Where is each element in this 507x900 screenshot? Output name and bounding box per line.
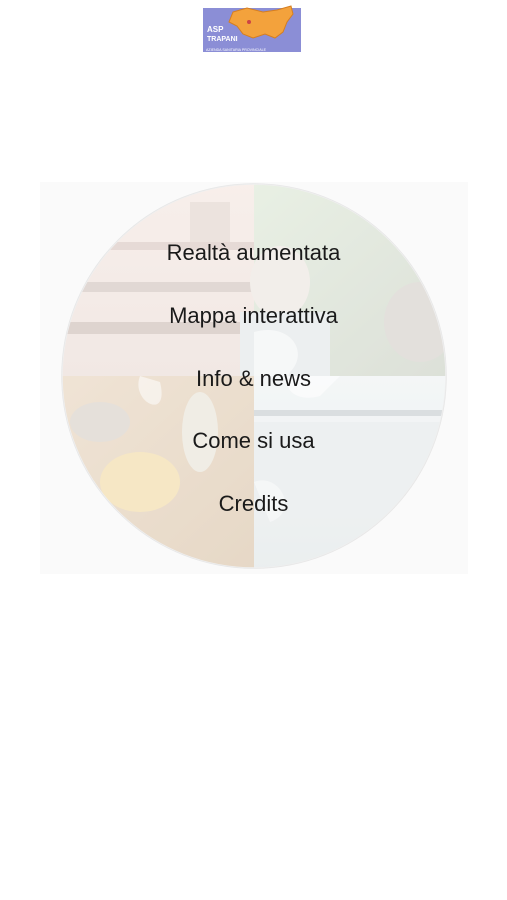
main-menu: Realtà aumentata Mappa interattiva Info …	[0, 0, 507, 900]
menu-item-credits[interactable]: Credits	[0, 489, 507, 519]
menu-item-info-news[interactable]: Info & news	[0, 364, 507, 394]
menu-item-come-si-usa[interactable]: Come si usa	[0, 426, 507, 456]
menu-item-mappa-interattiva[interactable]: Mappa interattiva	[0, 301, 507, 331]
menu-item-realta-aumentata[interactable]: Realtà aumentata	[0, 238, 507, 268]
